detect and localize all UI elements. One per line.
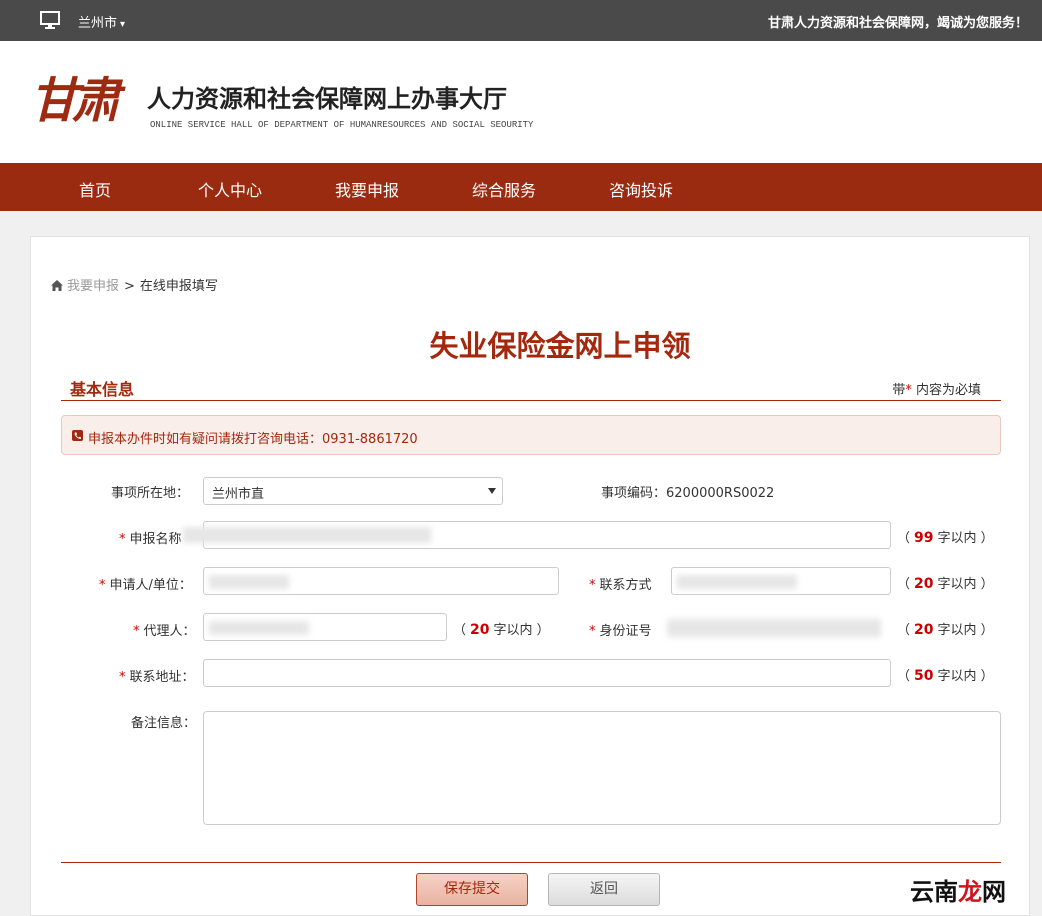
name-label-text: 申报名称 — [129, 532, 182, 547]
nav-item-consult[interactable]: 咨询投诉 — [609, 177, 673, 201]
breadcrumb-separator: > — [124, 279, 135, 294]
logo-mark[interactable]: 甘肃 — [30, 66, 128, 136]
redacted-applicant — [209, 575, 289, 589]
contact-limit: （20 字以内 ） — [897, 573, 994, 592]
applicant-label-text: 申请人/单位： — [109, 578, 192, 593]
breadcrumb-current: 在线申报填写 — [139, 279, 218, 294]
city-label: 兰州市 — [78, 16, 118, 31]
limit-suffix: 字以内 ） — [937, 577, 994, 592]
watermark-part-2: 龙 — [958, 878, 982, 906]
monitor-icon — [40, 11, 60, 29]
limit-open: （ — [897, 623, 911, 638]
idcard-label-text: 身份证号 — [599, 624, 652, 639]
watermark: 云南龙网 — [910, 872, 1006, 907]
divider — [61, 862, 1001, 863]
contact-label-text: 联系方式 — [599, 578, 652, 593]
breadcrumb: 我要申报 > 在线申报填写 — [51, 275, 218, 294]
redacted-contact — [677, 575, 797, 589]
code-label: 事项编码： — [601, 486, 667, 501]
back-button[interactable]: 返回 — [548, 873, 660, 906]
location-select[interactable]: 兰州市直 — [203, 477, 503, 505]
address-label: * 联系地址： — [119, 670, 195, 685]
notice-text: 申报本办件时如有疑问请拨打咨询电话：0931-8861720 — [88, 432, 418, 447]
applicant-label: * 申请人/单位： — [99, 578, 192, 593]
limit-suffix: 字以内 ） — [937, 623, 994, 638]
site-title[interactable]: 人力资源和社会保障网上办事大厅 — [147, 79, 507, 114]
address-limit: （50 字以内 ） — [897, 665, 994, 684]
location-value: 兰州市直 — [212, 487, 265, 502]
phone-icon — [72, 430, 83, 441]
limit-number: 50 — [914, 668, 934, 684]
address-label-text: 联系地址： — [129, 670, 195, 685]
agent-label: * 代理人： — [133, 624, 196, 639]
address-input[interactable] — [203, 659, 891, 687]
main-nav: 首页 个人中心 我要申报 综合服务 咨询投诉 — [0, 163, 1042, 211]
nav-item-personal-center[interactable]: 个人中心 — [198, 177, 262, 201]
welcome-text: 甘肃人力资源和社会保障网，竭诚为您服务！ — [767, 16, 1028, 31]
limit-suffix: 字以内 ） — [493, 623, 550, 638]
city-selector[interactable]: 兰州市 ▾ — [78, 12, 125, 31]
limit-suffix: 字以内 ） — [937, 669, 994, 684]
location-label: 事项所在地： — [111, 486, 190, 501]
page-title: 失业保险金网上申领 — [429, 329, 691, 363]
limit-number: 20 — [914, 622, 934, 638]
limit-open: （ — [897, 577, 911, 592]
required-prefix: 带 — [892, 383, 906, 398]
name-limit: （99 字以内 ） — [897, 527, 994, 546]
section-title: 基本信息 — [70, 380, 135, 399]
required-suffix: 内容为必填 — [911, 383, 981, 398]
watermark-part-1: 云南 — [910, 878, 958, 906]
name-label: * 申报名称 — [119, 532, 182, 547]
code-value: 6200000RS0022 — [666, 486, 775, 501]
caret-down-icon — [488, 488, 496, 494]
agent-limit: （20 字以内 ） — [453, 619, 550, 638]
section-header: 基本信息 带* 内容为必填 — [61, 373, 1001, 401]
required-note: 带* 内容为必填 — [892, 379, 981, 398]
redacted-idcard — [667, 619, 881, 637]
idcard-limit: （20 字以内 ） — [897, 619, 994, 638]
redacted-name — [183, 527, 431, 543]
breadcrumb-parent[interactable]: 我要申报 — [67, 279, 119, 294]
home-icon — [51, 280, 63, 291]
nav-item-home[interactable]: 首页 — [79, 177, 111, 201]
site-subtitle: ONLINE SERVICE HALL OF DEPARTMENT OF HUM… — [150, 120, 534, 130]
limit-number: 99 — [914, 530, 934, 546]
save-submit-button[interactable]: 保存提交 — [416, 873, 528, 906]
watermark-part-3: 网 — [982, 878, 1006, 906]
limit-suffix: 字以内 ） — [937, 531, 994, 546]
site-header: 甘肃 人力资源和社会保障网上办事大厅 ONLINE SERVICE HALL O… — [0, 41, 1042, 163]
contact-label: * 联系方式 — [589, 578, 652, 593]
limit-open: （ — [897, 669, 911, 684]
limit-open: （ — [897, 531, 911, 546]
top-bar: 兰州市 ▾ 甘肃人力资源和社会保障网，竭诚为您服务！ — [0, 0, 1042, 41]
redacted-agent — [209, 621, 309, 635]
agent-label-text: 代理人： — [143, 624, 196, 639]
main-panel: 我要申报 > 在线申报填写 失业保险金网上申领 基本信息 带* 内容为必填 申报本办… — [30, 236, 1030, 916]
nav-item-apply[interactable]: 我要申报 — [335, 177, 399, 201]
notice-box: 申报本办件时如有疑问请拨打咨询电话：0931-8861720 — [61, 415, 1001, 455]
limit-number: 20 — [470, 622, 490, 638]
item-code: 事项编码：6200000RS0022 — [601, 482, 774, 501]
chevron-down-icon: ▾ — [120, 19, 126, 30]
remark-label: 备注信息： — [131, 716, 197, 731]
remark-textarea[interactable] — [203, 711, 1001, 825]
limit-number: 20 — [914, 576, 934, 592]
limit-open: （ — [453, 623, 467, 638]
idcard-label: * 身份证号 — [589, 624, 652, 639]
nav-item-services[interactable]: 综合服务 — [472, 177, 536, 201]
